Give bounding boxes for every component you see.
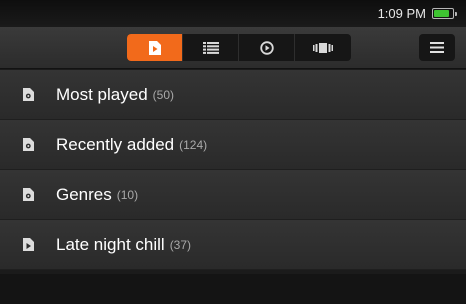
playlist-count: (37) [169,237,192,252]
status-bar: 1:09 PM [0,0,466,27]
list-item[interactable]: Late night chill (37) [0,220,466,270]
smart-playlist-icon [22,138,34,151]
hamburger-menu-icon [430,42,444,53]
playlist-file-icon [148,40,161,55]
tab-now-playing[interactable] [239,34,295,61]
empty-list-area [0,274,466,304]
list-item[interactable]: Most played (50) [0,70,466,120]
playlist-title: Late night chill [56,234,165,254]
playlist-count: (50) [152,87,175,102]
clock: 1:09 PM [377,6,426,21]
tab-cover-flow[interactable] [295,34,351,61]
playlist-title: Most played [56,84,148,104]
list-view-icon [202,41,219,54]
view-tabs [127,34,351,61]
toolbar [0,27,466,69]
tab-playlists[interactable] [127,34,183,61]
playlist-count: (124) [179,137,208,152]
tab-list-view[interactable] [183,34,239,61]
cover-flow-icon [313,42,333,53]
battery-level [434,10,450,17]
playlist-title: Recently added [56,134,175,154]
list-item[interactable]: Genres (10) [0,170,466,220]
playlist-icon [22,238,34,251]
smart-playlist-icon [22,188,34,201]
smart-playlist-icon [22,88,34,101]
menu-button[interactable] [419,34,455,61]
playlist-count: (10) [116,187,139,202]
battery-icon [432,8,457,19]
playlist-title: Genres [56,184,112,204]
playlist-list: Most played (50) Recently added (124) Ge… [0,70,466,270]
play-circle-icon [259,40,274,55]
list-item[interactable]: Recently added (124) [0,120,466,170]
